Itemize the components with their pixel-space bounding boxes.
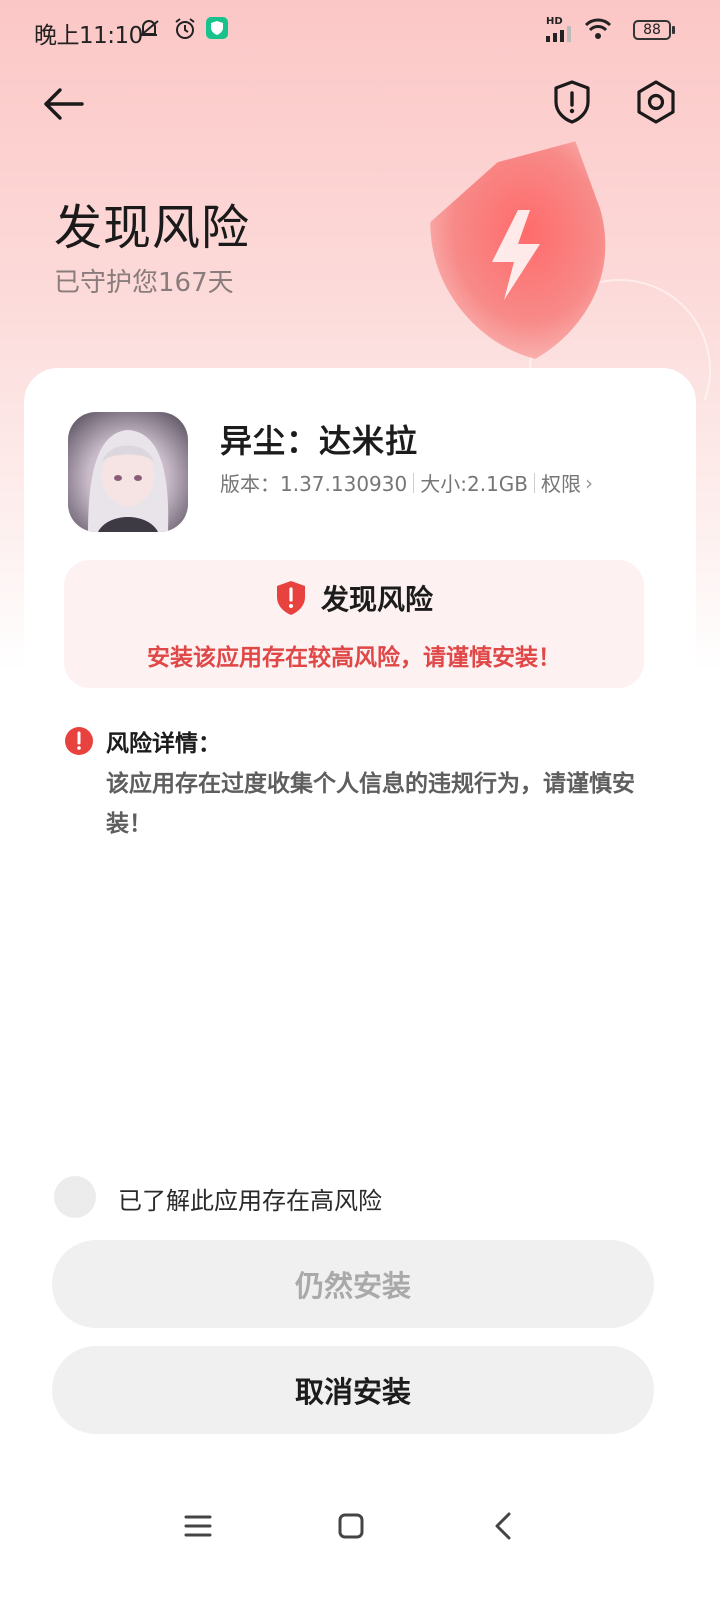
app-meta: 版本：1.37.130930 大小:2.1GB 权限 › [220,468,593,497]
back-button[interactable] [40,80,88,128]
permissions-label: 权限 [541,472,582,496]
risk-banner-message: 安装该应用存在较高风险，请谨慎安装！ [147,645,561,671]
exclamation-circle-icon [65,727,93,755]
protection-days: 已守护您167天 [54,268,234,298]
home-icon[interactable] [327,1502,375,1550]
app-size: 大小:2.1GB [420,472,529,496]
status-bar: 晚上11:10 HD 88 [0,0,720,60]
app-icon [68,412,188,532]
wifi-icon [584,18,612,39]
red-shield-alert-icon [276,581,305,615]
risk-detail-text: 该应用存在过度收集个人信息的违规行为，请谨慎安装！ [106,771,635,837]
page-title: 发现风险 [54,200,251,256]
battery-icon: 88 [633,20,675,40]
chevron-right-icon: › [585,470,594,495]
acknowledge-label[interactable]: 已了解此应用存在高风险 [118,1181,382,1216]
install-anyway-button[interactable]: 仍然安装 [52,1240,654,1328]
app-risk-card: 异尘：达米拉 版本：1.37.130930 大小:2.1GB 权限 › 发现风险… [24,368,696,1600]
risk-banner-title: 发现风险 [320,583,433,616]
shield-lightning-illustration [430,141,711,400]
alarm-icon [175,18,195,39]
status-time: 晚上11:10 [34,23,143,49]
risk-detail-title: 风险详情： [106,731,221,757]
mute-icon [139,20,159,37]
risk-banner: 发现风险 安装该应用存在较高风险，请谨慎安装！ [64,560,644,688]
security-app-icon [206,17,228,39]
shield-alert-icon[interactable] [548,78,596,126]
menu-icon[interactable] [174,1502,222,1550]
settings-icon[interactable] [632,78,680,126]
signal-icon [546,26,571,42]
app-name: 异尘：达米拉 [220,422,419,460]
acknowledge-checkbox[interactable] [54,1176,96,1218]
permissions-link[interactable]: 权限 › [541,468,593,497]
cancel-install-button[interactable]: 取消安装 [52,1346,654,1434]
meta-divider [413,472,415,493]
app-version: 版本：1.37.130930 [220,472,408,496]
meta-divider [534,472,536,493]
back-nav-icon[interactable] [480,1502,528,1550]
system-nav-bar [0,1490,720,1562]
